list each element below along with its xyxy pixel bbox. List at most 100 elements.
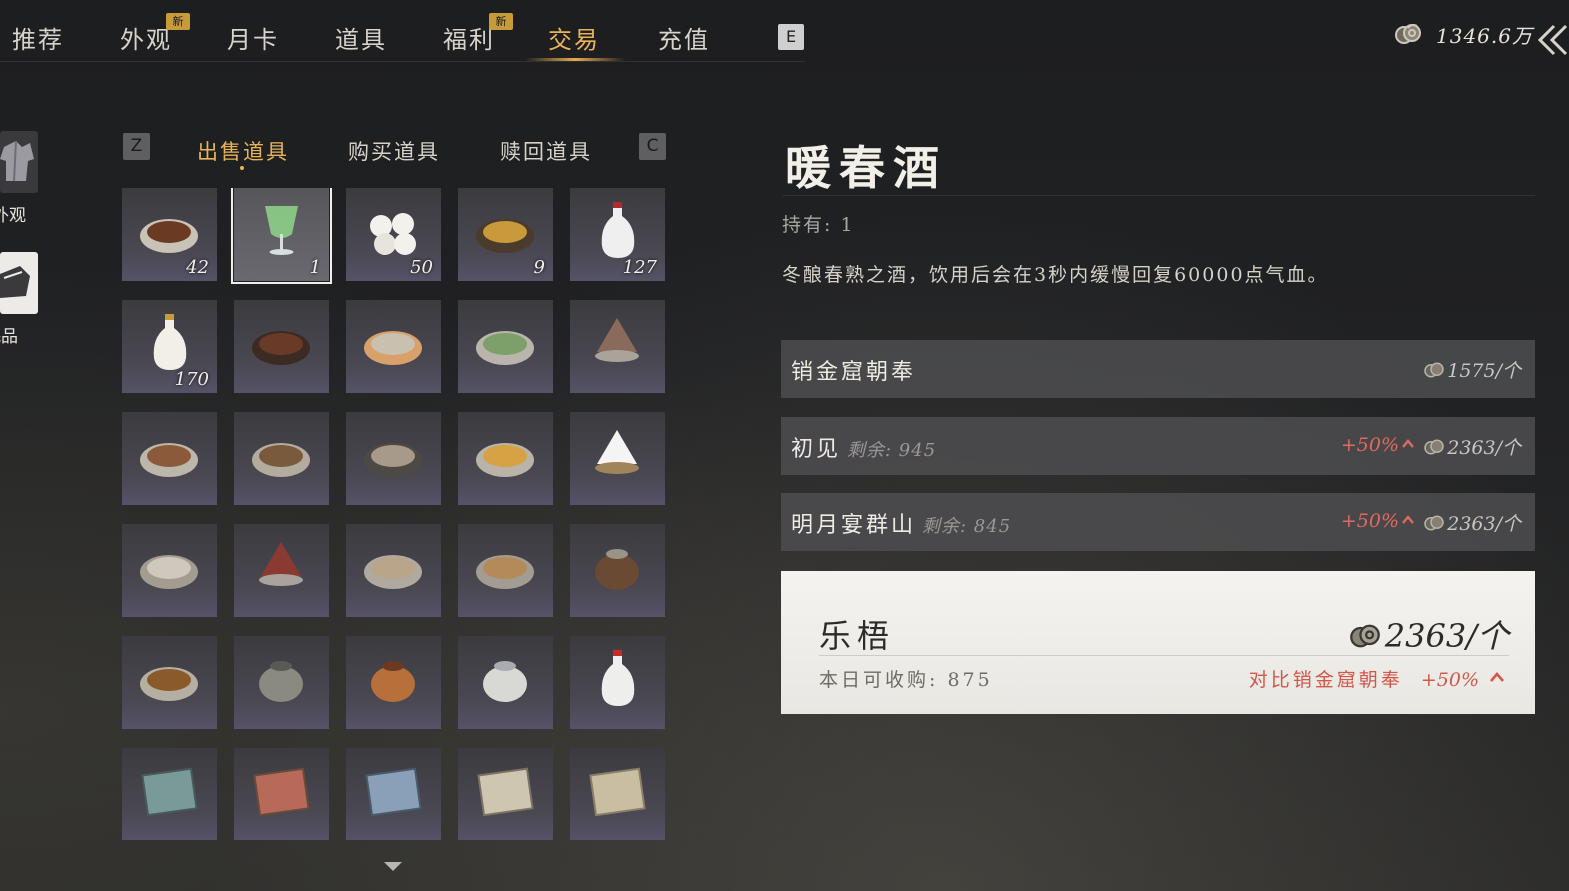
inventory-slot[interactable]: 50	[346, 188, 441, 281]
offer-price: 2363/个	[1423, 433, 1521, 460]
inventory-slot[interactable]	[346, 412, 441, 505]
inventory-slot[interactable]	[570, 636, 665, 729]
subtab-buy[interactable]: 购买道具	[348, 136, 440, 166]
tab-recommend[interactable]: 推荐	[12, 20, 64, 55]
inventory-slot[interactable]	[458, 748, 553, 840]
best-offer-card[interactable]: 乐梧 2363/个 本日可收购: 875 对比销金窟朝奉 +50%	[781, 571, 1535, 714]
tab-recharge[interactable]: 充值	[658, 20, 710, 55]
scroll-down-arrow-icon[interactable]	[384, 862, 402, 871]
rail-label: 外观	[0, 206, 26, 226]
coin-icon	[1423, 361, 1445, 379]
shaved-ice-icon	[595, 430, 639, 474]
inventory-slot[interactable]	[122, 412, 217, 505]
dish-plate-icon	[364, 331, 422, 365]
coin-icon	[1423, 514, 1445, 532]
inventory-slot[interactable]: 127	[570, 188, 665, 281]
sliced-meat-plate-icon	[595, 318, 639, 362]
tab-benefits[interactable]: 福利	[443, 20, 495, 55]
inventory-slot[interactable]	[346, 636, 441, 729]
tab-trade[interactable]: 交易	[548, 20, 600, 55]
inventory-slot[interactable]	[122, 524, 217, 617]
item-count: 42	[186, 257, 209, 278]
leather-flask-icon	[371, 661, 415, 702]
inventory-slot[interactable]	[346, 300, 441, 393]
offer-row[interactable]: 销金窟朝奉 1575/个	[781, 340, 1535, 398]
offer-remaining: 剩余: 945	[847, 440, 937, 461]
inventory-slot[interactable]	[234, 636, 329, 729]
offer-price: 2363/个	[1423, 509, 1521, 536]
inventory-slot[interactable]	[458, 412, 553, 505]
offer-bonus: +50%	[1340, 434, 1399, 456]
currency-display: 1346.6万	[1394, 20, 1533, 48]
chevron-up-icon	[1490, 672, 1504, 682]
compare-bonus: 对比销金窟朝奉 +50%	[1248, 669, 1479, 691]
coin-icon	[1349, 620, 1381, 648]
rail-item-appearance[interactable]: 外观	[0, 131, 38, 226]
inventory-slot[interactable]	[458, 524, 553, 617]
active-tab-underline	[525, 58, 625, 61]
rail-item-consumables[interactable]: 耗品	[0, 252, 38, 347]
subtab-redeem[interactable]: 赎回道具	[500, 136, 592, 166]
inventory-slot[interactable]	[234, 748, 329, 840]
inventory-slot[interactable]	[570, 748, 665, 840]
inventory-slot[interactable]: 42	[122, 188, 217, 281]
braised-meat-bowl-icon	[140, 219, 198, 253]
inventory-slot[interactable]: 170	[122, 300, 217, 393]
chevron-up-icon	[1402, 515, 1414, 524]
inventory-slot[interactable]	[346, 748, 441, 840]
inventory-slot[interactable]: 9	[458, 188, 553, 281]
inventory-slot[interactable]	[122, 748, 217, 840]
hot-pot-icon	[259, 661, 303, 702]
stew-bowl-icon	[252, 443, 310, 477]
porcelain-jar-icon	[483, 661, 527, 702]
tab-items[interactable]: 道具	[335, 20, 387, 55]
offer-bonus: +50%	[1340, 510, 1399, 532]
inventory-slot[interactable]	[570, 524, 665, 617]
pastry-plate-icon	[476, 219, 534, 253]
divider	[782, 195, 1535, 196]
coin-icon	[1423, 438, 1445, 456]
key-hint-c[interactable]: C	[639, 133, 666, 160]
inventory-slot[interactable]	[570, 412, 665, 505]
item-count: 50	[410, 257, 433, 278]
inventory-slot[interactable]	[234, 300, 329, 393]
steamed-buns-icon	[370, 213, 416, 255]
offer-name: 初见 剩余: 945	[791, 437, 937, 462]
tab-monthly-card[interactable]: 月卡	[227, 20, 279, 55]
collapse-chevron-icon[interactable]	[1536, 22, 1569, 58]
inventory-slot[interactable]	[122, 636, 217, 729]
cucumber-plate-icon	[476, 331, 534, 365]
divider	[819, 655, 1509, 656]
inventory-slot[interactable]	[570, 300, 665, 393]
rail-label: 耗品	[0, 327, 18, 347]
landscape-scroll-icon	[141, 767, 198, 817]
item-count: 127	[622, 257, 657, 278]
offer-name: 明月宴群山 剩余: 845	[791, 513, 1012, 538]
sliced-beef-plate-icon	[259, 542, 303, 586]
daily-quota: 本日可收购: 875	[819, 669, 993, 691]
tab-appearance[interactable]: 外观	[120, 20, 172, 55]
dumpling-plate-icon	[476, 555, 534, 589]
key-hint-e[interactable]: E	[778, 24, 804, 50]
gourd-flask-icon	[153, 314, 187, 370]
owned-count: 持有: 1	[782, 214, 855, 236]
red-scroll-icon	[253, 767, 310, 817]
inventory-slot[interactable]	[458, 636, 553, 729]
inventory-slot[interactable]	[234, 412, 329, 505]
key-hint-z[interactable]: Z	[123, 133, 150, 160]
inventory-slot[interactable]	[234, 524, 329, 617]
top-nav: 推荐 外观 新 月卡 道具 福利 新 交易 充值 E	[0, 0, 805, 62]
white-wine-bottle-icon	[601, 202, 635, 258]
inventory-slot[interactable]: 1	[231, 188, 332, 284]
fish-dish-icon	[364, 555, 422, 589]
subtab-sell[interactable]: 出售道具	[197, 136, 289, 166]
item-count: 1	[309, 257, 321, 278]
inventory-slot[interactable]	[346, 524, 441, 617]
calligraphy-paper-icon	[477, 767, 534, 817]
offer-remaining: 剩余: 845	[922, 516, 1012, 537]
offer-row[interactable]: 初见 剩余: 945 +50% 2363/个	[781, 417, 1535, 475]
soup-bowl-icon	[476, 443, 534, 477]
item-description: 冬酿春熟之酒，饮用后会在3秒内缓慢回复60000点气血。	[782, 264, 1329, 286]
inventory-slot[interactable]	[458, 300, 553, 393]
offer-row[interactable]: 明月宴群山 剩余: 845 +50% 2363/个	[781, 493, 1535, 551]
